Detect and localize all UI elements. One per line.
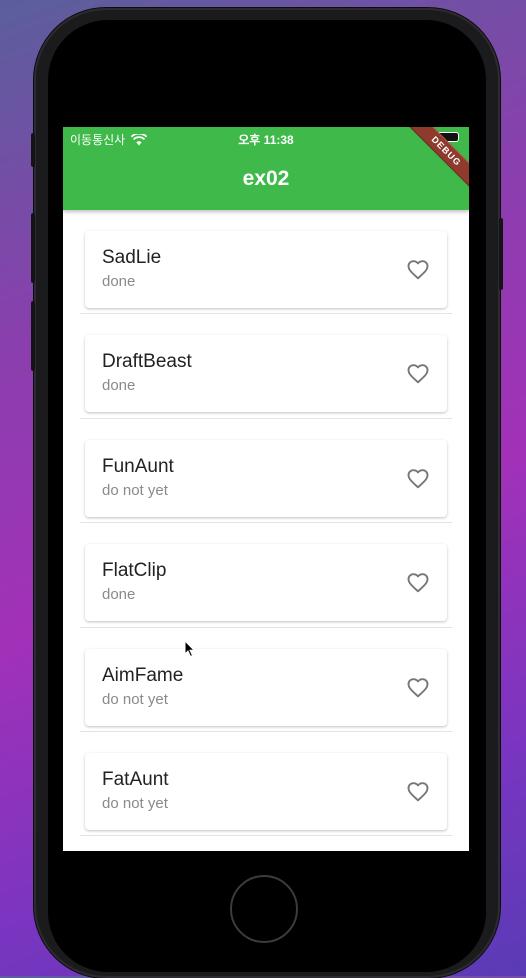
volume-down-button	[31, 301, 35, 371]
status-bar: 이동통신사 오후 11:38	[63, 127, 469, 149]
app-bar: 이동통신사 오후 11:38 ex02 DEBUG	[63, 127, 469, 210]
heart-outline-icon[interactable]	[406, 780, 430, 804]
page-title: ex02	[242, 167, 290, 190]
task-card[interactable]: SadLie done	[85, 231, 447, 308]
list-item: SadLie done	[63, 210, 469, 315]
heart-outline-icon[interactable]	[406, 676, 430, 700]
task-card[interactable]: DraftBeast done	[85, 335, 447, 413]
task-status: done	[102, 586, 136, 604]
mouse-cursor-icon	[184, 640, 196, 658]
list-item: FatAunt do not yet	[63, 732, 469, 837]
list-item: FlatClip done	[63, 523, 469, 628]
task-title: FatAunt	[102, 768, 169, 790]
task-status: done	[102, 377, 136, 395]
home-button[interactable]	[230, 875, 298, 943]
list-item: AimFame do not yet	[63, 628, 469, 732]
task-card[interactable]: FlatClip done	[85, 544, 447, 622]
task-list: SadLie done DraftBeast done FunAunt do n…	[63, 210, 469, 837]
heart-outline-icon[interactable]	[406, 571, 430, 595]
heart-outline-icon[interactable]	[406, 258, 430, 282]
task-title: DraftBeast	[102, 351, 192, 373]
task-title: FlatClip	[102, 560, 167, 582]
task-card[interactable]: AimFame do not yet	[85, 648, 447, 726]
task-status: do not yet	[102, 481, 168, 499]
power-button	[499, 218, 503, 290]
task-card[interactable]: FatAunt do not yet	[85, 752, 447, 830]
list-item: DraftBeast done	[63, 314, 469, 419]
mute-switch	[31, 133, 35, 167]
app-screen: 이동통신사 오후 11:38 ex02 DEBUG SadLie done Dr…	[63, 127, 469, 851]
task-title: AimFame	[102, 664, 184, 686]
volume-up-button	[31, 213, 35, 283]
task-title: FunAunt	[102, 455, 174, 477]
list-item: FunAunt do not yet	[63, 419, 469, 524]
heart-outline-icon[interactable]	[406, 362, 430, 386]
list-divider	[80, 835, 452, 837]
heart-outline-icon[interactable]	[406, 467, 430, 491]
task-title: SadLie	[102, 247, 162, 268]
task-status: do not yet	[102, 690, 168, 708]
status-time: 오후 11:38	[238, 133, 294, 147]
task-card[interactable]: FunAunt do not yet	[85, 439, 447, 517]
task-status: done	[102, 273, 136, 290]
task-status: do not yet	[102, 794, 168, 812]
